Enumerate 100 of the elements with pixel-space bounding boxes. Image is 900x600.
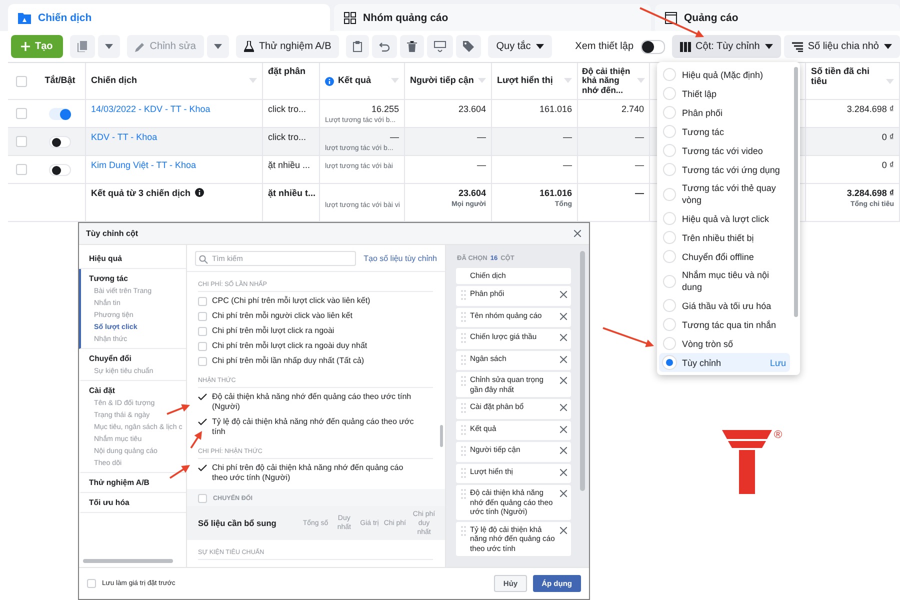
column-preset-option[interactable]: Nhắm mục tiêu và nội dung (659, 266, 790, 296)
checkbox[interactable] (198, 494, 207, 503)
drag-handle-icon[interactable] (461, 354, 466, 364)
radio-button[interactable] (663, 106, 676, 119)
radio-button[interactable] (663, 125, 676, 138)
remove-icon[interactable] (560, 312, 567, 320)
tab[interactable]: Quảng cáo (655, 4, 900, 31)
breakdown-button[interactable]: Số liệu chia nhỏ (784, 35, 900, 58)
column-preset-option[interactable]: Tùy chỉnh Lưu (659, 353, 790, 372)
remove-icon[interactable] (560, 447, 567, 454)
remove-icon[interactable] (560, 526, 567, 534)
dropdown-button[interactable] (206, 35, 229, 58)
radio-button[interactable] (663, 87, 676, 100)
toggle-switch[interactable] (49, 164, 71, 176)
campaign-link[interactable]: KDV - TT - Khoa (91, 132, 257, 142)
metric-option[interactable]: Độ cải thiện khả năng nhớ đến quảng cáo theo ước tính (Người) (212, 392, 417, 412)
column-preset-option[interactable]: Trên nhiều thiết bị (659, 228, 790, 247)
campaign-link[interactable]: Kim Dung Việt - TT - Khoa (91, 160, 257, 170)
column-preset-option[interactable]: Vòng tròn số (659, 334, 790, 353)
checkmark-icon[interactable] (198, 464, 207, 472)
drag-handle-icon[interactable] (461, 290, 466, 300)
row-checkbox[interactable] (16, 108, 27, 119)
column-preset-option[interactable]: Hiệu quả (Mặc định) (659, 65, 790, 84)
remove-icon[interactable] (560, 291, 567, 298)
column-header[interactable]: Lượt hiển thị (497, 76, 553, 86)
checkbox[interactable] (198, 356, 207, 366)
toggle-switch[interactable] (640, 40, 665, 54)
remove-icon[interactable] (560, 426, 567, 432)
remove-icon[interactable] (560, 334, 567, 341)
checkmark-icon[interactable] (198, 392, 207, 400)
drag-handle-icon[interactable] (461, 403, 466, 413)
duplicate-button[interactable] (70, 35, 95, 58)
radio-button[interactable] (663, 299, 676, 312)
scrollbar[interactable] (83, 559, 173, 563)
metric-option[interactable]: Chi phí trên mỗi lượt click ra ngoài duy nhất (212, 340, 368, 350)
column-preset-option[interactable]: Chuyển đổi offline (659, 247, 790, 266)
undo-button[interactable] (372, 35, 398, 58)
column-header[interactable]: Kết quả (338, 76, 372, 86)
radio-button[interactable] (663, 337, 676, 350)
column-preset-option[interactable]: Giá thầu và tối ưu hóa (659, 296, 790, 315)
dropdown-button[interactable] (98, 35, 120, 58)
row-checkbox[interactable] (16, 136, 27, 147)
checkmark-icon[interactable] (198, 418, 207, 426)
drag-handle-icon[interactable] (461, 468, 466, 478)
column-preset-option[interactable]: Tương tác với ứng dụng (659, 160, 790, 179)
drag-handle-icon[interactable] (461, 424, 466, 434)
columns-button[interactable]: Cột: Tùy chỉnh (672, 35, 781, 58)
delete-button[interactable] (400, 35, 424, 58)
remove-icon[interactable] (560, 356, 567, 362)
row-checkbox[interactable] (16, 164, 27, 175)
tab[interactable]: Chiến dịch (8, 4, 330, 31)
column-preset-option[interactable]: Thiết lập (659, 84, 790, 103)
radio-button[interactable] (663, 274, 676, 288)
toggle-switch[interactable] (49, 136, 71, 148)
campaign-link[interactable]: 14/03/2022 - KDV - TT - Khoa (91, 104, 257, 114)
tab[interactable]: Nhóm quảng cáo (334, 4, 651, 31)
column-preset-option[interactable]: Tương tác qua tin nhắn (659, 315, 790, 334)
radio-button[interactable] (663, 318, 676, 331)
drag-handle-icon[interactable] (461, 526, 466, 536)
radio-button[interactable] (663, 144, 676, 157)
drag-handle-icon[interactable] (461, 333, 466, 343)
checkbox[interactable] (198, 342, 207, 350)
column-header[interactable]: Tắt/Bật (44, 76, 76, 86)
column-header[interactable]: Độ cải thiện khả năng nhớ đến... (582, 66, 632, 96)
metric-option[interactable]: Chi phí trên mỗi người click vào liên kết (212, 310, 352, 320)
radio-button[interactable] (663, 212, 676, 225)
clipboard-button[interactable] (346, 35, 370, 58)
metric-option[interactable]: Tỷ lệ độ cải thiện khả năng nhớ đến quảng cáo theo ước tính (212, 416, 417, 436)
column-header[interactable]: Người tiếp cận (410, 76, 474, 86)
drag-handle-icon[interactable] (461, 312, 466, 322)
column-header[interactable]: đặt phân (268, 67, 306, 76)
remove-icon[interactable] (560, 377, 567, 384)
create-metric-link[interactable]: Tạo số liệu tùy chỉnh (364, 254, 437, 263)
scrollbar[interactable] (440, 425, 443, 447)
column-header[interactable]: Số tiền đã chi tiêu (811, 67, 882, 86)
close-icon[interactable] (574, 230, 581, 237)
metric-option[interactable]: Chi phí trên mỗi lần nhấp duy nhất (Tất cả) (212, 356, 364, 366)
metric-option[interactable]: Chi phí trên độ cải thiện khả năng nhớ đến quảng cáo theo ước tính (Người) (212, 462, 417, 482)
scrollbar[interactable] (580, 251, 585, 491)
radio-button[interactable] (663, 231, 676, 244)
remove-icon[interactable] (560, 404, 567, 411)
compare-button[interactable] (427, 35, 454, 58)
radio-button[interactable] (663, 188, 676, 200)
checkbox[interactable] (198, 296, 207, 306)
scrollbar[interactable] (794, 67, 798, 317)
checkbox[interactable] (198, 326, 207, 336)
radio-button[interactable] (663, 250, 676, 263)
tag-button[interactable] (456, 35, 482, 58)
drag-handle-icon[interactable] (461, 376, 466, 386)
metric-option[interactable]: CPC (Chi phí trên mỗi lượt click vào liên kết) (212, 296, 370, 306)
radio-button[interactable] (663, 68, 676, 81)
remove-icon[interactable] (560, 468, 567, 476)
column-preset-option[interactable]: Phân phối (659, 103, 790, 122)
metric-option[interactable]: Chi phí trên mỗi lượt click ra ngoài (212, 326, 334, 336)
remove-icon[interactable] (560, 490, 567, 497)
checkbox[interactable] (87, 579, 96, 588)
radio-button[interactable] (663, 163, 676, 176)
ab-test-button[interactable]: Thử nghiệm A/B (236, 35, 340, 58)
drag-handle-icon[interactable] (461, 489, 466, 499)
select-all-checkbox[interactable] (16, 76, 27, 86)
